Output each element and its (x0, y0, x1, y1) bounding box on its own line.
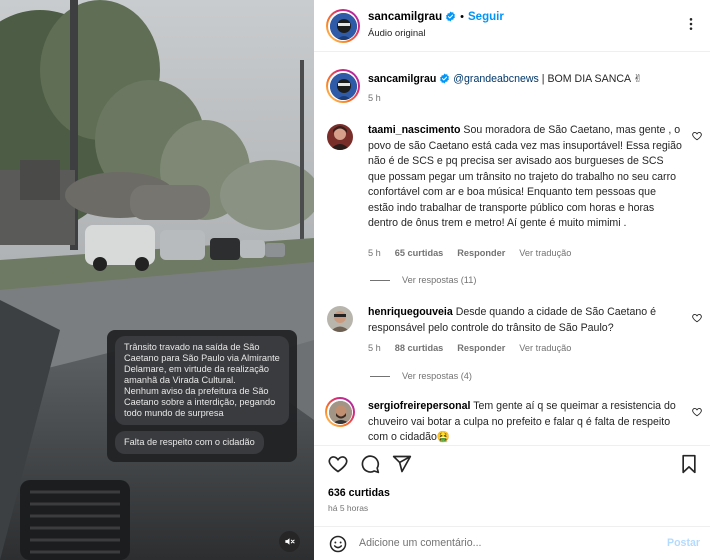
comment-item: henriquegouveia Desde quando a cidade de… (314, 305, 710, 393)
share-send-icon[interactable] (392, 454, 412, 477)
comment-item: sergiofreirepersonal Tem gente aí q se q… (314, 397, 710, 445)
post-likes-count[interactable]: 636 curtidas (328, 487, 390, 499)
comment-item: taami_nascimento Sou moradora de São Cae… (314, 123, 710, 293)
comment-time[interactable]: 5 h (368, 248, 381, 258)
comment-bubble-icon[interactable] (360, 454, 380, 477)
caption-avatar[interactable] (326, 69, 360, 103)
reply-button[interactable]: Responder (457, 248, 505, 258)
commenter-avatar[interactable] (327, 306, 353, 332)
comment-username[interactable]: henriquegouveia (368, 306, 453, 318)
view-replies-button[interactable]: Ver respostas (4) (370, 371, 472, 381)
overlay-reply-text: Falta de respeito com o cidadão (124, 437, 255, 447)
post-media[interactable]: Trânsito travado na saída de São Caetano… (0, 0, 314, 560)
separator-dot: • (460, 11, 465, 23)
commenter-avatar[interactable] (327, 124, 353, 150)
post-comment-button[interactable]: Postar (667, 537, 700, 549)
post-caption: sancamilgrau @grandeabcnews | BOM DIA SA… (314, 69, 710, 119)
post-timestamp[interactable]: há 5 horas (328, 503, 368, 513)
view-replies-label: Ver respostas (11) (402, 275, 477, 285)
comment-username[interactable]: sergiofreirepersonal (368, 400, 470, 412)
caption-username[interactable]: sancamilgrau (368, 73, 436, 85)
video-frame (0, 0, 314, 560)
like-comment-heart-icon[interactable] (692, 407, 702, 420)
overlay-message-text: Trânsito travado na saída de São Caetano… (124, 342, 280, 418)
overlay-message-bubble: Trânsito travado na saída de São Caetano… (115, 336, 289, 425)
add-comment-bar: Adicione um comentário... Postar (314, 526, 710, 560)
follow-button[interactable]: Seguir (468, 11, 504, 23)
caption-time[interactable]: 5 h (368, 93, 381, 103)
comment-meta: 5 h 65 curtidas Responder Ver tradução (368, 248, 585, 258)
verified-badge-icon (439, 73, 450, 90)
comment-username[interactable]: taami_nascimento (368, 124, 460, 136)
translate-button[interactable]: Ver tradução (519, 248, 571, 258)
post-sidebar: sancamilgrau • Seguir Áudio original san… (314, 0, 710, 560)
avatar-mascot-icon (329, 72, 357, 100)
comments-list[interactable]: sancamilgrau @grandeabcnews | BOM DIA SA… (314, 53, 710, 445)
view-replies-label: Ver respostas (4) (402, 371, 472, 381)
author-avatar[interactable] (326, 9, 360, 43)
speaker-muted-icon (285, 538, 295, 545)
mute-button[interactable] (279, 531, 300, 552)
like-heart-icon[interactable] (328, 454, 348, 477)
like-comment-heart-icon[interactable] (692, 313, 702, 326)
comment-input[interactable]: Adicione um comentário... (359, 537, 481, 549)
post-header: sancamilgrau • Seguir Áudio original (314, 0, 710, 52)
reply-button[interactable]: Responder (457, 343, 505, 353)
comment-time[interactable]: 5 h (368, 343, 381, 353)
comment-text: Sou moradora de São Caetano, mas gente ,… (368, 124, 682, 229)
emoji-icon[interactable] (329, 535, 347, 556)
save-bookmark-icon[interactable] (680, 454, 698, 477)
author-username[interactable]: sancamilgrau (368, 11, 442, 23)
post-actions: 636 curtidas há 5 horas Adicione um come… (314, 445, 710, 560)
caption-mention-link[interactable]: @grandeabcnews (453, 73, 539, 85)
comment-likes[interactable]: 88 curtidas (395, 343, 444, 353)
view-replies-button[interactable]: Ver respostas (11) (370, 275, 476, 285)
verified-badge-icon (445, 11, 456, 25)
commenter-avatar[interactable] (325, 397, 355, 427)
more-options-icon[interactable] (684, 17, 698, 34)
audio-label[interactable]: Áudio original (368, 28, 426, 39)
like-comment-heart-icon[interactable] (692, 131, 702, 144)
comment-likes[interactable]: 65 curtidas (395, 248, 444, 258)
message-screenshot-overlay: Trânsito travado na saída de São Caetano… (107, 330, 297, 462)
caption-text: | BOM DIA SANCA ✌ (538, 73, 643, 85)
overlay-reply-bubble: Falta de respeito com o cidadão (115, 431, 264, 454)
translate-button[interactable]: Ver tradução (519, 343, 571, 353)
comment-meta: 5 h 88 curtidas Responder Ver tradução (368, 343, 585, 353)
avatar-mascot-icon (329, 12, 357, 40)
